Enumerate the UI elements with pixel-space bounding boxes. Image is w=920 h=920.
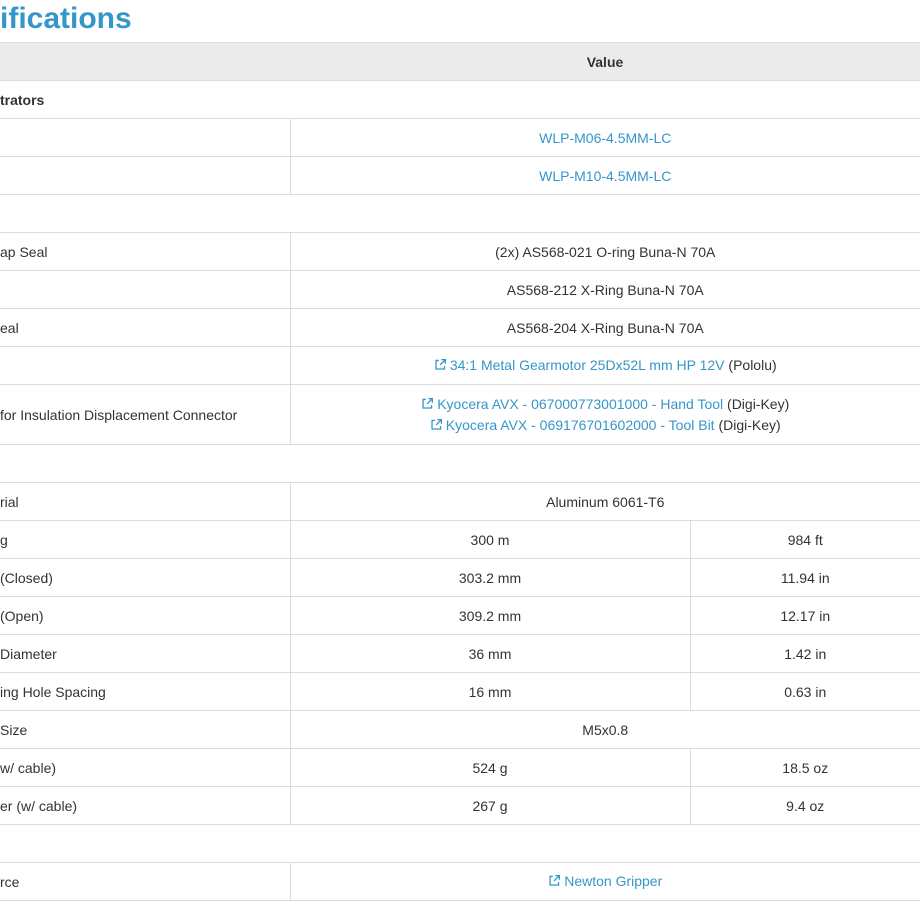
table-row: rial Aluminum 6061-T6 <box>0 482 920 521</box>
value-imperial: 9.4 oz <box>689 786 920 825</box>
row-value: Kyocera AVX - 067000773001000 - Hand Too… <box>289 384 920 445</box>
page-title-text: ifications <box>0 2 132 35</box>
row-value: WLP-M06-4.5MM-LC <box>289 118 920 157</box>
header-value: Value <box>290 42 920 81</box>
table-row: Diameter 36 mm 1.42 in <box>0 634 920 673</box>
row-label: g <box>0 520 290 559</box>
value-imperial: 11.94 in <box>689 558 920 597</box>
external-link-icon <box>434 358 447 371</box>
table-header-row: Value <box>0 42 920 81</box>
value-imperial: 1.42 in <box>689 634 920 673</box>
table-row: rce Newton Gripper <box>0 862 920 901</box>
row-label <box>0 270 290 309</box>
value-metric: 524 g <box>289 748 690 787</box>
row-value: M5x0.8 <box>289 710 920 749</box>
blank-row-cell <box>0 444 920 483</box>
table-row: (Closed) 303.2 mm 11.94 in <box>0 558 920 597</box>
value-text: AS568-212 X-Ring Buna-N 70A <box>506 281 704 298</box>
blank-row-cell <box>0 824 920 863</box>
page-title: ifications <box>0 0 920 42</box>
value-text: Aluminum 6061-T6 <box>546 493 665 510</box>
row-label: w/ cable) <box>0 748 290 787</box>
table-row: for Insulation Displacement Connector Kyo… <box>0 384 920 445</box>
table-row: ap Seal (2x) AS568-021 O-ring Buna-N 70A <box>0 232 920 271</box>
table-row: er (w/ cable) 267 g 9.4 oz <box>0 786 920 825</box>
external-link-icon <box>430 418 443 431</box>
table-row: eal AS568-204 X-Ring Buna-N 70A <box>0 308 920 347</box>
row-label: trators <box>0 80 920 119</box>
row-value: (2x) AS568-021 O-ring Buna-N 70A <box>289 232 920 271</box>
table-row: 34:1 Metal Gearmotor 25Dx52L mm HP 12V (… <box>0 346 920 385</box>
row-label <box>0 118 290 157</box>
table-body: trators WLP-M06-4.5MM-LC WLP-M10-4.5MM-LC a… <box>0 80 920 901</box>
link-line: Kyocera AVX - 067000773001000 - Hand Too… <box>291 394 920 415</box>
value-imperial: 984 ft <box>689 520 920 559</box>
blank-row-cell <box>0 194 920 233</box>
link-line: 34:1 Metal Gearmotor 25Dx52L mm HP 12V (… <box>291 355 920 376</box>
header-name <box>0 42 290 81</box>
row-value: WLP-M10-4.5MM-LC <box>289 156 920 195</box>
value-text: (2x) AS568-021 O-ring Buna-N 70A <box>495 243 716 260</box>
link-text: Newton Gripper <box>564 873 663 889</box>
row-value: AS568-212 X-Ring Buna-N 70A <box>289 270 920 309</box>
external-link[interactable]: Kyocera AVX - 067000773001000 - Hand Too… <box>421 396 723 412</box>
external-link[interactable]: Newton Gripper <box>548 873 662 889</box>
row-label: ap Seal <box>0 232 290 271</box>
table-row: (Open) 309.2 mm 12.17 in <box>0 596 920 635</box>
link-text: Kyocera AVX - 067000773001000 - Hand Too… <box>437 395 724 412</box>
external-link[interactable]: Kyocera AVX - 069176701602000 - Tool Bit <box>430 417 715 433</box>
link-line: Newton Gripper <box>291 871 920 892</box>
table-row: WLP-M06-4.5MM-LC <box>0 118 920 157</box>
external-link-icon <box>548 874 561 887</box>
value-metric: 36 mm <box>289 634 690 673</box>
link-text: 34:1 Metal Gearmotor 25Dx52L mm HP 12V <box>449 357 725 373</box>
row-value: Aluminum 6061-T6 <box>289 482 920 521</box>
table-row <box>0 194 920 233</box>
value-imperial: 0.63 in <box>689 672 920 711</box>
row-value: AS568-204 X-Ring Buna-N 70A <box>289 308 920 347</box>
row-label: rial <box>0 482 290 521</box>
row-label: (Open) <box>0 596 290 635</box>
row-value: Newton Gripper <box>289 862 920 901</box>
row-label <box>0 346 290 385</box>
table-row <box>0 444 920 483</box>
row-label: Size <box>0 710 290 749</box>
link-text: Kyocera AVX - 069176701602000 - Tool Bit <box>445 416 715 433</box>
link-line: Kyocera AVX - 069176701602000 - Tool Bit… <box>291 415 920 436</box>
part-link[interactable]: WLP-M06-4.5MM-LC <box>539 130 671 146</box>
value-metric: 267 g <box>289 786 690 825</box>
value-text: M5x0.8 <box>582 721 629 738</box>
specifications-table: Value trators WLP-M06-4.5MM-LC WLP-M10-4.5… <box>0 42 920 901</box>
part-link[interactable]: WLP-M10-4.5MM-LC <box>539 168 671 184</box>
vendor-name: (Pololu) <box>724 357 777 373</box>
value-imperial: 12.17 in <box>689 596 920 635</box>
row-label: (Closed) <box>0 558 290 597</box>
row-value: 34:1 Metal Gearmotor 25Dx52L mm HP 12V (… <box>289 346 920 385</box>
value-metric: 303.2 mm <box>289 558 690 597</box>
table-row: Size M5x0.8 <box>0 710 920 749</box>
value-imperial: 18.5 oz <box>689 748 920 787</box>
table-row: ing Hole Spacing 16 mm 0.63 in <box>0 672 920 711</box>
row-label: for Insulation Displacement Connector <box>0 384 290 445</box>
table-row: trators <box>0 80 920 119</box>
row-label: eal <box>0 308 290 347</box>
row-label: ing Hole Spacing <box>0 672 290 711</box>
vendor-name: (Digi-Key) <box>714 416 781 433</box>
value-metric: 16 mm <box>289 672 690 711</box>
value-metric: 309.2 mm <box>289 596 690 635</box>
row-label: rce <box>0 862 290 901</box>
table-row: w/ cable) 524 g 18.5 oz <box>0 748 920 787</box>
vendor-name: (Digi-Key) <box>723 395 790 412</box>
value-text: AS568-204 X-Ring Buna-N 70A <box>506 319 704 336</box>
table-row <box>0 824 920 863</box>
table-row: AS568-212 X-Ring Buna-N 70A <box>0 270 920 309</box>
table-row: g 300 m 984 ft <box>0 520 920 559</box>
row-label <box>0 156 290 195</box>
table-row: WLP-M10-4.5MM-LC <box>0 156 920 195</box>
external-link[interactable]: 34:1 Metal Gearmotor 25Dx52L mm HP 12V <box>434 357 725 373</box>
value-metric: 300 m <box>289 520 690 559</box>
row-label: Diameter <box>0 634 290 673</box>
row-label: er (w/ cable) <box>0 786 290 825</box>
external-link-icon <box>421 397 434 410</box>
